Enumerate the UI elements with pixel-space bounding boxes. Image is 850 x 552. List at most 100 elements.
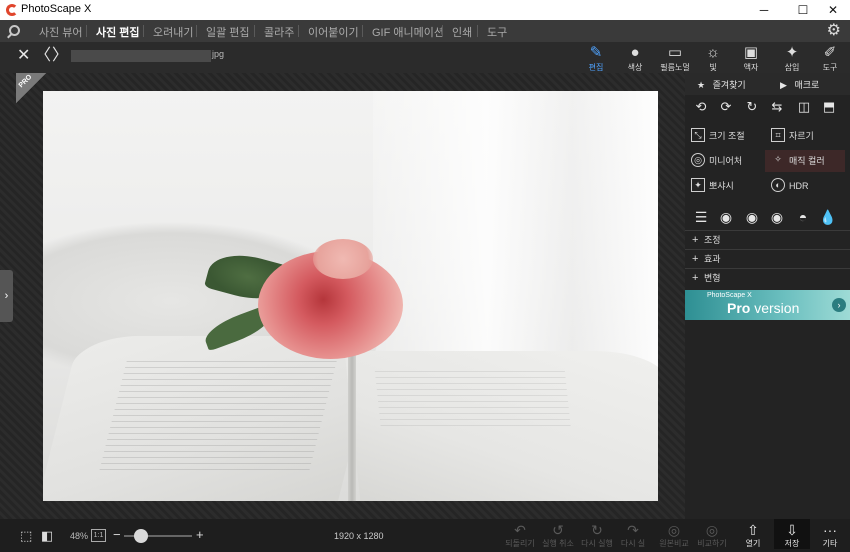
title-bar: PhotoScape X ─ ☐ ✕ bbox=[0, 0, 850, 20]
actual-size-button[interactable]: 1:1 bbox=[91, 529, 106, 542]
close-image-icon[interactable]: ✕ bbox=[17, 47, 30, 65]
bloom-button[interactable]: ✦ 뽀샤시 bbox=[685, 175, 765, 197]
hdr-icon: ◐ bbox=[771, 178, 785, 192]
previous-image-icon[interactable]: 〈 bbox=[35, 47, 51, 65]
bottom-status-bar: ⬚ ◧ 48% 1:1 − + 1920 x 1280 ↶ 되돌리기 ↺ 실행 취소… bbox=[0, 519, 850, 552]
more-button[interactable]: ··· 기타 bbox=[813, 522, 847, 549]
compare-original-button[interactable]: ◎ 원본비교 bbox=[657, 522, 691, 549]
straighten-icon[interactable]: ⇆ bbox=[767, 99, 787, 115]
tool-edit[interactable]: ✎ 편집 bbox=[577, 44, 615, 72]
redo-all-button[interactable]: ↷ 다시 실 bbox=[616, 522, 650, 549]
resize-button[interactable]: ⤡ 크기 조절 bbox=[685, 125, 765, 147]
frame-icon: ▣ bbox=[743, 44, 759, 61]
miniature-button[interactable]: ◎ 미니어처 bbox=[685, 150, 765, 172]
menu-divider bbox=[442, 25, 443, 37]
tool-film[interactable]: ▭ 필름노멀 bbox=[656, 44, 694, 72]
macro-tab[interactable]: ▶ 매크로 bbox=[780, 78, 819, 91]
section-effects[interactable]: + 효과 bbox=[685, 249, 850, 267]
compare-button[interactable]: ◎ 비교하기 bbox=[695, 522, 729, 549]
menu-divider bbox=[362, 25, 363, 37]
tab-photo-viewer[interactable]: 사진 뷰어 bbox=[39, 24, 83, 40]
miniature-icon: ◎ bbox=[691, 153, 705, 167]
save-icon: ⇩ bbox=[786, 522, 798, 538]
zoom-slider-knob[interactable] bbox=[134, 529, 148, 543]
open-button[interactable]: ⇧ 열기 bbox=[736, 522, 770, 549]
transform-icon-row: ⟲ ⟳ ↻ ⇆ ◫ ⬒ bbox=[685, 96, 850, 118]
minimize-button[interactable]: ─ bbox=[747, 0, 781, 20]
compare-view-icon[interactable]: ◧ bbox=[41, 529, 53, 543]
zoom-in-icon[interactable]: + bbox=[196, 528, 204, 542]
tab-combine[interactable]: 이어붙이기 bbox=[308, 24, 359, 40]
tab-photo-editor[interactable]: 사진 편집 bbox=[96, 24, 140, 40]
tool-light[interactable]: ☼ 빛 bbox=[694, 44, 732, 72]
undo-button[interactable]: ↺ 실행 취소 bbox=[541, 522, 575, 549]
tool-frame[interactable]: ▣ 액자 bbox=[732, 44, 770, 72]
flip-horizontal-icon[interactable]: ◫ bbox=[794, 99, 814, 115]
zoom-level: 48% bbox=[70, 531, 89, 541]
drop-icon[interactable]: 💧 bbox=[818, 209, 838, 225]
close-window-button[interactable]: ✕ bbox=[816, 0, 850, 20]
maximize-button[interactable]: ☐ bbox=[786, 0, 820, 20]
edit-icon: ✎ bbox=[589, 44, 603, 61]
expand-plus-icon: + bbox=[692, 253, 699, 265]
filter-icon-row: ☰ ◉ ◉ ◉ ◓ 💧 bbox=[685, 206, 850, 228]
rotate-arbitrary-icon[interactable]: ↻ bbox=[742, 99, 762, 115]
tab-cut-out[interactable]: 오려내기 bbox=[153, 24, 193, 40]
section-adjust[interactable]: + 조정 bbox=[685, 230, 850, 248]
tab-gif-animation[interactable]: GIF 애니메이션 bbox=[372, 24, 444, 40]
main-menu-bar: 사진 뷰어 사진 편집 오려내기 일괄 편집 콜라주 이어붙이기 GIF 애니메… bbox=[0, 20, 850, 42]
revert-icon: ↶ bbox=[514, 522, 526, 538]
filter-circle-3-icon[interactable]: ◉ bbox=[767, 209, 787, 225]
crop-icon: ⌗ bbox=[771, 128, 785, 142]
expand-left-panel-button[interactable]: › bbox=[0, 270, 13, 322]
expand-plus-icon: + bbox=[692, 234, 699, 246]
half-circle-icon[interactable]: ◓ bbox=[793, 209, 813, 225]
menu-divider bbox=[86, 25, 87, 37]
menu-divider bbox=[143, 25, 144, 37]
tab-collage[interactable]: 콜라주 bbox=[264, 24, 294, 40]
magic-color-button[interactable]: ✧ 매직 컬러 bbox=[765, 150, 845, 172]
save-button[interactable]: ⇩ 저장 bbox=[774, 519, 810, 549]
chevron-right-icon: › bbox=[832, 298, 846, 312]
next-image-icon[interactable]: 〉 bbox=[52, 47, 68, 65]
crop-button[interactable]: ⌗ 자르기 bbox=[765, 125, 845, 147]
redo-button[interactable]: ↻ 다시 실행 bbox=[580, 522, 614, 549]
list-icon[interactable]: ☰ bbox=[691, 209, 711, 225]
hdr-button[interactable]: ◐ HDR bbox=[765, 175, 845, 197]
gear-icon[interactable]: ⚙ bbox=[827, 23, 841, 39]
resize-icon: ⤡ bbox=[691, 128, 705, 142]
rotate-left-icon[interactable]: ⟲ bbox=[691, 99, 711, 115]
menu-divider bbox=[298, 25, 299, 37]
tool-tools[interactable]: ✐ 도구 bbox=[811, 44, 849, 72]
edit-sidebar: ★ 즐겨찾기 ▶ 매크로 ⟲ ⟳ ↻ ⇆ ◫ ⬒ ⤡ 크기 조절 ⌗ 자르기 ◎… bbox=[685, 73, 850, 519]
flip-vertical-icon[interactable]: ⬒ bbox=[819, 99, 839, 115]
redo-icon: ↻ bbox=[591, 522, 603, 538]
edit-tools-bar: ✎ 편집 ● 색상 ▭ 필름노멀 ☼ 빛 ▣ 액자 ✦ 삽입 ✐ 도구 bbox=[580, 42, 850, 73]
favorites-tab[interactable]: ★ 즐겨찾기 bbox=[697, 78, 746, 91]
filter-circle-1-icon[interactable]: ◉ bbox=[716, 209, 736, 225]
tab-tools[interactable]: 도구 bbox=[487, 24, 507, 40]
revert-button[interactable]: ↶ 되돌리기 bbox=[503, 522, 537, 549]
tool-insert[interactable]: ✦ 삽입 bbox=[773, 44, 811, 72]
tab-batch-editor[interactable]: 일괄 편집 bbox=[206, 24, 250, 40]
pro-version-banner[interactable]: PhotoScape X Pro version › bbox=[685, 290, 850, 320]
rotate-right-icon[interactable]: ⟳ bbox=[716, 99, 736, 115]
section-transform[interactable]: + 변형 bbox=[685, 268, 850, 286]
menu-divider bbox=[254, 25, 255, 37]
undo-icon: ↺ bbox=[552, 522, 564, 538]
photoscape-logo-icon bbox=[6, 4, 18, 16]
tab-print[interactable]: 인쇄 bbox=[452, 24, 472, 40]
tools-icon: ✐ bbox=[823, 44, 837, 61]
image-dimensions: 1920 x 1280 bbox=[334, 531, 384, 541]
tool-color[interactable]: ● 색상 bbox=[616, 44, 654, 72]
selection-icon[interactable]: ⬚ bbox=[20, 529, 32, 543]
zoom-out-icon[interactable]: − bbox=[113, 528, 121, 542]
search-icon[interactable] bbox=[9, 25, 20, 36]
light-icon: ☼ bbox=[706, 44, 720, 61]
window-title: PhotoScape X bbox=[21, 3, 92, 15]
filter-circle-2-icon[interactable]: ◉ bbox=[742, 209, 762, 225]
insert-icon: ✦ bbox=[785, 44, 799, 61]
bloom-icon: ✦ bbox=[691, 178, 705, 192]
edited-photo[interactable] bbox=[43, 91, 658, 501]
compare-icon: ◎ bbox=[705, 522, 719, 538]
